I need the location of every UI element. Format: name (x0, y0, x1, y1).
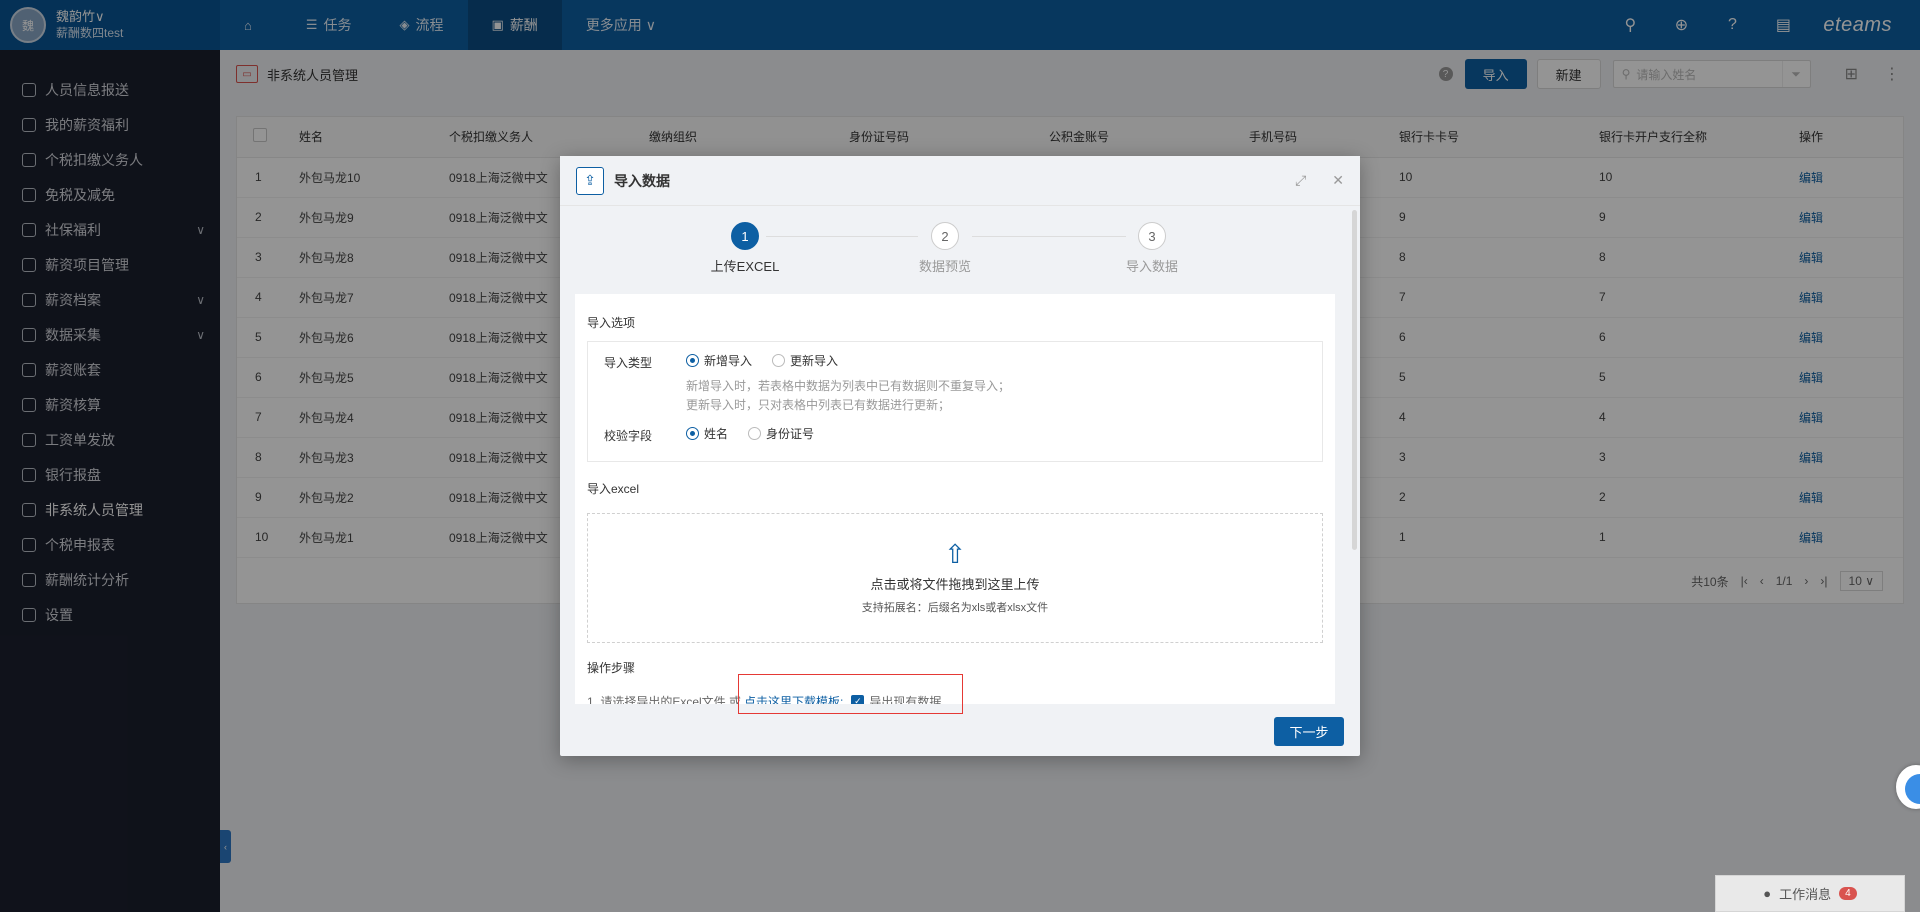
work-message-bar[interactable]: ● 工作消息 4 (1715, 875, 1905, 912)
import-hint-new: 新增导入时，若表格中数据为列表中已有数据则不重复导入； (686, 379, 1011, 393)
chat-icon: ● (1763, 886, 1772, 901)
import-steps: 1 上传EXCEL 2 数据预览 3 导入数据 (560, 222, 1360, 275)
message-count-badge: 4 (1839, 887, 1857, 900)
radio-label: 身份证号 (766, 427, 815, 441)
step-preview: 2 数据预览 (900, 222, 990, 275)
step-number: 3 (1138, 222, 1166, 250)
import-type-label: 导入类型 (604, 356, 653, 370)
upload-hint: 支持拓展名：后缀名为xls或者xlsx文件 (861, 602, 1049, 614)
upload-icon: ⇧ (944, 539, 966, 569)
radio-circle (748, 427, 762, 440)
step-label: 数据预览 (918, 259, 971, 274)
upload-text: 点击或将文件拖拽到这里上传 (870, 577, 1040, 592)
dialog-header: ⇪ 导入数据 ⤢ ✕ (560, 156, 1360, 206)
check-field-label: 校验字段 (604, 429, 653, 443)
import-excel-title: 导入excel (587, 482, 640, 496)
dialog-scrollbar[interactable] (1352, 210, 1357, 550)
radio-circle (686, 427, 699, 440)
radio-check-id[interactable]: 身份证号 (748, 425, 814, 442)
radio-circle (772, 354, 786, 367)
highlight-box (738, 674, 963, 714)
maximize-icon[interactable]: ⤢ (1295, 172, 1306, 189)
import-options-box: 导入类型 新增导入 更新导入 新增导入时，若表格中数据为列表中已有数据则不重复导… (587, 341, 1323, 462)
radio-check-name[interactable]: 姓名 (686, 425, 728, 442)
radio-label: 新增导入 (704, 354, 753, 368)
operation-text: 1. 请选择导出的Excel文件 或 (587, 695, 742, 704)
step-import: 3 导入数据 (1107, 222, 1197, 275)
step-label: 导入数据 (1125, 259, 1178, 274)
radio-label: 姓名 (704, 427, 729, 441)
step-connector (972, 236, 1126, 237)
import-options-title: 导入选项 (587, 316, 636, 330)
upload-dropzone[interactable]: ⇧ 点击或将文件拖拽到这里上传 支持拓展名：后缀名为xls或者xlsx文件 (587, 513, 1323, 643)
close-icon[interactable]: ✕ (1332, 172, 1344, 189)
next-step-button[interactable]: 下一步 (1274, 717, 1344, 746)
step-upload: 1 上传EXCEL (700, 222, 790, 275)
step-number: 2 (931, 222, 959, 250)
upload-cloud-icon: ⇪ (576, 166, 604, 195)
step-label: 上传EXCEL (710, 259, 780, 274)
import-hint-update: 更新导入时，只对表格中列表已有数据进行更新； (686, 398, 951, 412)
import-dialog: ⇪ 导入数据 ⤢ ✕ 1 上传EXCEL 2 数据预览 3 导入数据 导入选项 … (560, 156, 1360, 756)
radio-new-import[interactable]: 新增导入 (686, 352, 752, 369)
step-number: 1 (731, 222, 759, 250)
dialog-body: 导入选项 导入类型 新增导入 更新导入 新增导入时，若表格中数据为列表中已有数据… (575, 294, 1335, 704)
radio-circle (686, 354, 699, 367)
dialog-title: 导入数据 (614, 172, 670, 189)
radio-update-import[interactable]: 更新导入 (772, 352, 838, 369)
radio-label: 更新导入 (790, 354, 839, 368)
work-message-label: 工作消息 (1779, 887, 1832, 902)
